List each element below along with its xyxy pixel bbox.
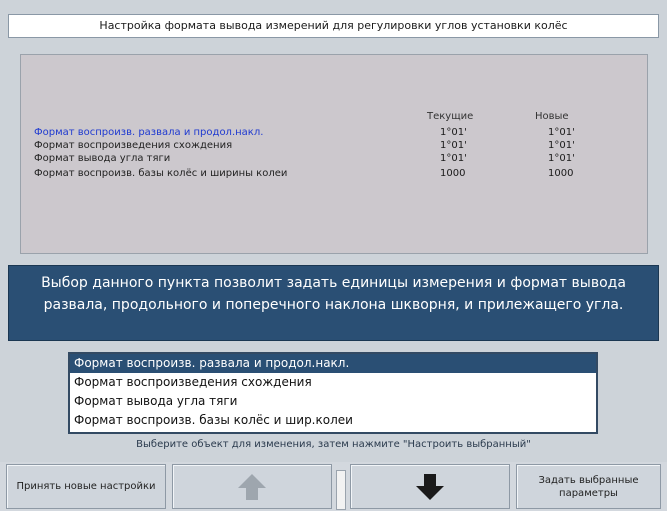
list-item[interactable]: Формат воспроизведения схождения <box>70 373 596 392</box>
settings-panel: Текущие Новые Формат воспроизв. развала … <box>20 54 648 254</box>
window-title: Настройка формата вывода измерений для р… <box>99 19 568 32</box>
settings-row-current: 1°01' <box>440 127 467 138</box>
settings-row: Формат воспроизведения схождения 1°01' 1… <box>34 140 639 153</box>
settings-row-new: 1°01' <box>548 140 575 151</box>
arrow-up-icon <box>236 472 268 502</box>
settings-row-label: Формат вывода угла тяги <box>34 153 171 164</box>
settings-row-new: 1°01' <box>548 127 575 138</box>
description-text: Выбор данного пункта позволит задать еди… <box>41 275 626 313</box>
settings-row-new: 1000 <box>548 168 574 179</box>
set-selected-parameters-button[interactable]: Задать выбранные параметры <box>516 464 661 509</box>
settings-row-label: Формат воспроизв. развала и продол.накл. <box>34 127 264 138</box>
settings-row-label: Формат воспроизв. базы колёс и ширины ко… <box>34 168 288 179</box>
options-list[interactable]: Формат воспроизв. развала и продол.накл.… <box>68 352 598 434</box>
arrow-down-icon <box>414 472 446 502</box>
settings-row-label: Формат воспроизведения схождения <box>34 140 233 151</box>
title-bar: Настройка формата вывода измерений для р… <box>8 14 659 38</box>
list-item[interactable]: Формат воспроизв. базы колёс и шир.колеи <box>70 411 596 430</box>
hint-text: Выберите объект для изменения, затем наж… <box>136 439 531 450</box>
settings-row-current: 1°01' <box>440 140 467 151</box>
separator <box>336 470 346 510</box>
move-down-button[interactable] <box>350 464 510 509</box>
set-selected-parameters-label: Задать выбранные параметры <box>538 474 639 499</box>
list-item[interactable]: Формат воспроизв. развала и продол.накл. <box>70 354 596 373</box>
settings-row: Формат воспроизв. базы колёс и ширины ко… <box>34 168 639 181</box>
description-panel: Выбор данного пункта позволит задать еди… <box>8 265 659 341</box>
settings-row: Формат воспроизв. развала и продол.накл.… <box>34 127 639 140</box>
settings-row: Формат вывода угла тяги 1°01' 1°01' <box>34 153 639 166</box>
settings-row-current: 1°01' <box>440 153 467 164</box>
settings-row-current: 1000 <box>440 168 466 179</box>
move-up-button[interactable] <box>172 464 332 509</box>
settings-row-new: 1°01' <box>548 153 575 164</box>
accept-new-settings-button[interactable]: Принять новые настройки <box>6 464 166 509</box>
column-new-header: Новые <box>535 111 569 122</box>
column-current-header: Текущие <box>427 111 474 122</box>
accept-new-settings-label: Принять новые настройки <box>16 481 156 492</box>
list-item[interactable]: Формат вывода угла тяги <box>70 392 596 411</box>
